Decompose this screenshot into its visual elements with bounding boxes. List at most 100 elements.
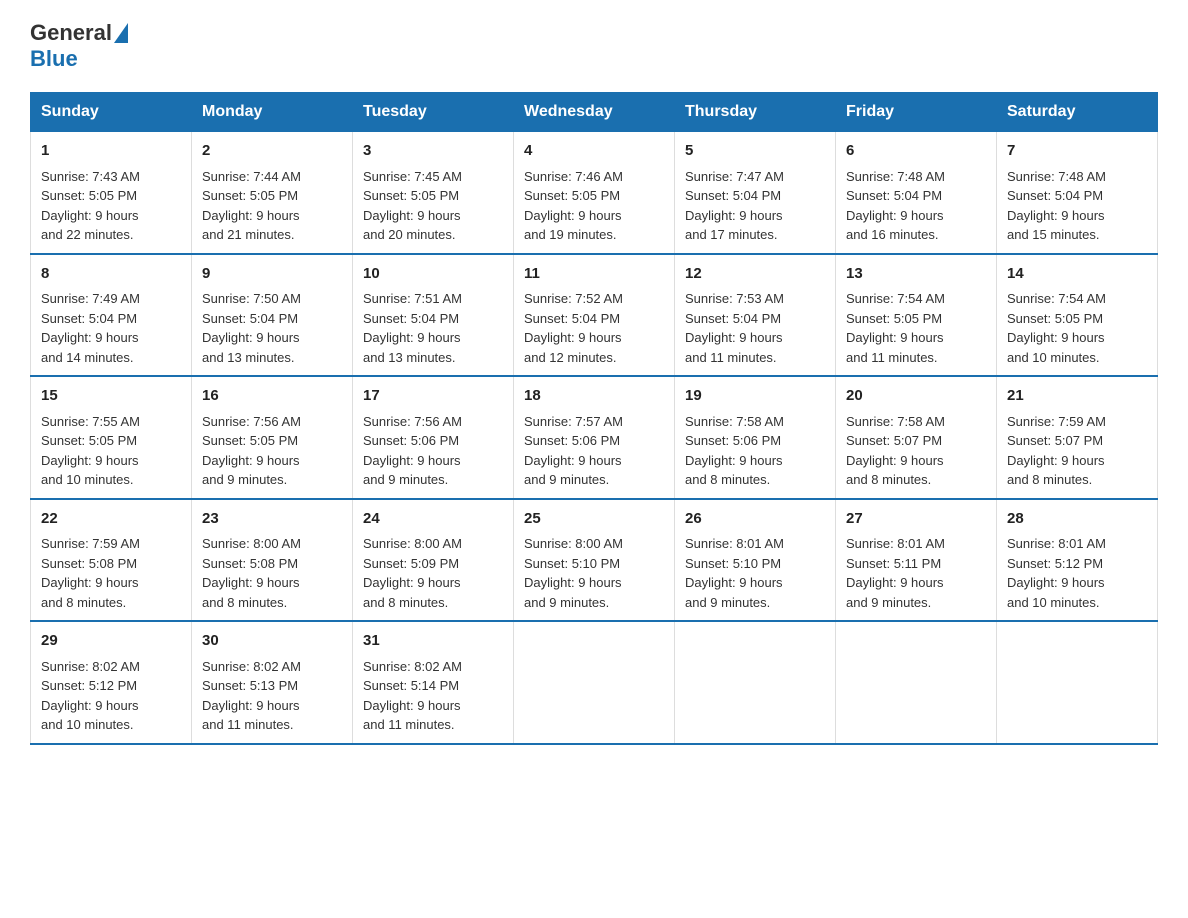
calendar-cell: 7 Sunrise: 7:48 AM Sunset: 5:04 PM Dayli… [997, 132, 1158, 254]
sunset-info: Sunset: 5:05 PM [363, 188, 459, 203]
sunrise-info: Sunrise: 8:02 AM [41, 659, 140, 674]
daylight-minutes: and 17 minutes. [685, 227, 778, 242]
sunrise-info: Sunrise: 7:54 AM [1007, 291, 1106, 306]
daylight-minutes: and 15 minutes. [1007, 227, 1100, 242]
sunrise-info: Sunrise: 7:59 AM [41, 536, 140, 551]
day-number: 23 [202, 508, 342, 531]
daylight-minutes: and 11 minutes. [363, 717, 455, 732]
calendar-cell: 12 Sunrise: 7:53 AM Sunset: 5:04 PM Dayl… [675, 254, 836, 377]
daylight-minutes: and 9 minutes. [524, 472, 609, 487]
sunset-info: Sunset: 5:05 PM [846, 311, 942, 326]
calendar-cell: 18 Sunrise: 7:57 AM Sunset: 5:06 PM Dayl… [514, 376, 675, 499]
daylight-minutes: and 9 minutes. [685, 595, 770, 610]
sunrise-info: Sunrise: 7:51 AM [363, 291, 462, 306]
calendar-cell: 30 Sunrise: 8:02 AM Sunset: 5:13 PM Dayl… [192, 621, 353, 744]
sunrise-info: Sunrise: 7:50 AM [202, 291, 301, 306]
daylight-info: Daylight: 9 hours [685, 453, 783, 468]
day-number: 20 [846, 385, 986, 408]
calendar-cell [836, 621, 997, 744]
daylight-info: Daylight: 9 hours [363, 330, 461, 345]
sunset-info: Sunset: 5:06 PM [685, 433, 781, 448]
day-header-sunday: Sunday [31, 93, 192, 132]
day-number: 2 [202, 140, 342, 163]
daylight-minutes: and 13 minutes. [363, 350, 456, 365]
calendar-cell: 19 Sunrise: 7:58 AM Sunset: 5:06 PM Dayl… [675, 376, 836, 499]
sunrise-info: Sunrise: 7:43 AM [41, 169, 140, 184]
daylight-info: Daylight: 9 hours [685, 208, 783, 223]
sunrise-info: Sunrise: 7:59 AM [1007, 414, 1106, 429]
daylight-info: Daylight: 9 hours [363, 208, 461, 223]
daylight-info: Daylight: 9 hours [202, 208, 300, 223]
daylight-info: Daylight: 9 hours [41, 698, 139, 713]
daylight-info: Daylight: 9 hours [1007, 575, 1105, 590]
sunrise-info: Sunrise: 7:56 AM [202, 414, 301, 429]
sunset-info: Sunset: 5:12 PM [41, 678, 137, 693]
calendar-cell: 4 Sunrise: 7:46 AM Sunset: 5:05 PM Dayli… [514, 132, 675, 254]
sunset-info: Sunset: 5:04 PM [1007, 188, 1103, 203]
daylight-minutes: and 14 minutes. [41, 350, 134, 365]
sunset-info: Sunset: 5:04 PM [524, 311, 620, 326]
logo-triangle-icon [114, 23, 128, 43]
day-header-thursday: Thursday [675, 93, 836, 132]
sunrise-info: Sunrise: 7:54 AM [846, 291, 945, 306]
week-row-1: 1 Sunrise: 7:43 AM Sunset: 5:05 PM Dayli… [31, 132, 1158, 254]
sunset-info: Sunset: 5:05 PM [41, 433, 137, 448]
calendar-cell: 8 Sunrise: 7:49 AM Sunset: 5:04 PM Dayli… [31, 254, 192, 377]
daylight-info: Daylight: 9 hours [524, 208, 622, 223]
daylight-info: Daylight: 9 hours [363, 698, 461, 713]
day-number: 18 [524, 385, 664, 408]
daylight-minutes: and 8 minutes. [363, 595, 448, 610]
sunset-info: Sunset: 5:04 PM [846, 188, 942, 203]
day-number: 25 [524, 508, 664, 531]
sunset-info: Sunset: 5:04 PM [363, 311, 459, 326]
sunset-info: Sunset: 5:06 PM [524, 433, 620, 448]
calendar-cell: 9 Sunrise: 7:50 AM Sunset: 5:04 PM Dayli… [192, 254, 353, 377]
daylight-minutes: and 9 minutes. [363, 472, 448, 487]
sunset-info: Sunset: 5:14 PM [363, 678, 459, 693]
sunrise-info: Sunrise: 8:00 AM [202, 536, 301, 551]
sunrise-info: Sunrise: 8:01 AM [1007, 536, 1106, 551]
calendar-cell: 26 Sunrise: 8:01 AM Sunset: 5:10 PM Dayl… [675, 499, 836, 622]
daylight-info: Daylight: 9 hours [202, 698, 300, 713]
day-number: 13 [846, 263, 986, 286]
calendar-cell: 25 Sunrise: 8:00 AM Sunset: 5:10 PM Dayl… [514, 499, 675, 622]
calendar-cell: 6 Sunrise: 7:48 AM Sunset: 5:04 PM Dayli… [836, 132, 997, 254]
calendar-cell: 5 Sunrise: 7:47 AM Sunset: 5:04 PM Dayli… [675, 132, 836, 254]
daylight-minutes: and 22 minutes. [41, 227, 134, 242]
daylight-minutes: and 11 minutes. [202, 717, 294, 732]
logo-blue-text: Blue [30, 46, 78, 72]
calendar-cell: 10 Sunrise: 7:51 AM Sunset: 5:04 PM Dayl… [353, 254, 514, 377]
daylight-minutes: and 10 minutes. [41, 717, 134, 732]
sunrise-info: Sunrise: 8:01 AM [685, 536, 784, 551]
calendar-table: SundayMondayTuesdayWednesdayThursdayFrid… [30, 92, 1158, 745]
sunrise-info: Sunrise: 7:57 AM [524, 414, 623, 429]
calendar-cell: 29 Sunrise: 8:02 AM Sunset: 5:12 PM Dayl… [31, 621, 192, 744]
day-number: 5 [685, 140, 825, 163]
sunset-info: Sunset: 5:05 PM [524, 188, 620, 203]
calendar-cell: 14 Sunrise: 7:54 AM Sunset: 5:05 PM Dayl… [997, 254, 1158, 377]
sunrise-info: Sunrise: 8:01 AM [846, 536, 945, 551]
daylight-minutes: and 10 minutes. [1007, 595, 1100, 610]
daylight-minutes: and 8 minutes. [685, 472, 770, 487]
calendar-cell: 13 Sunrise: 7:54 AM Sunset: 5:05 PM Dayl… [836, 254, 997, 377]
daylight-minutes: and 8 minutes. [41, 595, 126, 610]
sunset-info: Sunset: 5:08 PM [202, 556, 298, 571]
sunset-info: Sunset: 5:04 PM [202, 311, 298, 326]
daylight-minutes: and 21 minutes. [202, 227, 295, 242]
daylight-info: Daylight: 9 hours [846, 330, 944, 345]
daylight-minutes: and 13 minutes. [202, 350, 295, 365]
daylight-minutes: and 10 minutes. [1007, 350, 1100, 365]
sunrise-info: Sunrise: 7:58 AM [846, 414, 945, 429]
calendar-cell: 21 Sunrise: 7:59 AM Sunset: 5:07 PM Dayl… [997, 376, 1158, 499]
daylight-info: Daylight: 9 hours [202, 453, 300, 468]
day-number: 15 [41, 385, 181, 408]
day-number: 29 [41, 630, 181, 653]
sunset-info: Sunset: 5:04 PM [685, 311, 781, 326]
daylight-info: Daylight: 9 hours [846, 208, 944, 223]
daylight-minutes: and 9 minutes. [524, 595, 609, 610]
day-number: 19 [685, 385, 825, 408]
day-number: 22 [41, 508, 181, 531]
sunrise-info: Sunrise: 7:47 AM [685, 169, 784, 184]
calendar-cell [514, 621, 675, 744]
sunrise-info: Sunrise: 7:56 AM [363, 414, 462, 429]
